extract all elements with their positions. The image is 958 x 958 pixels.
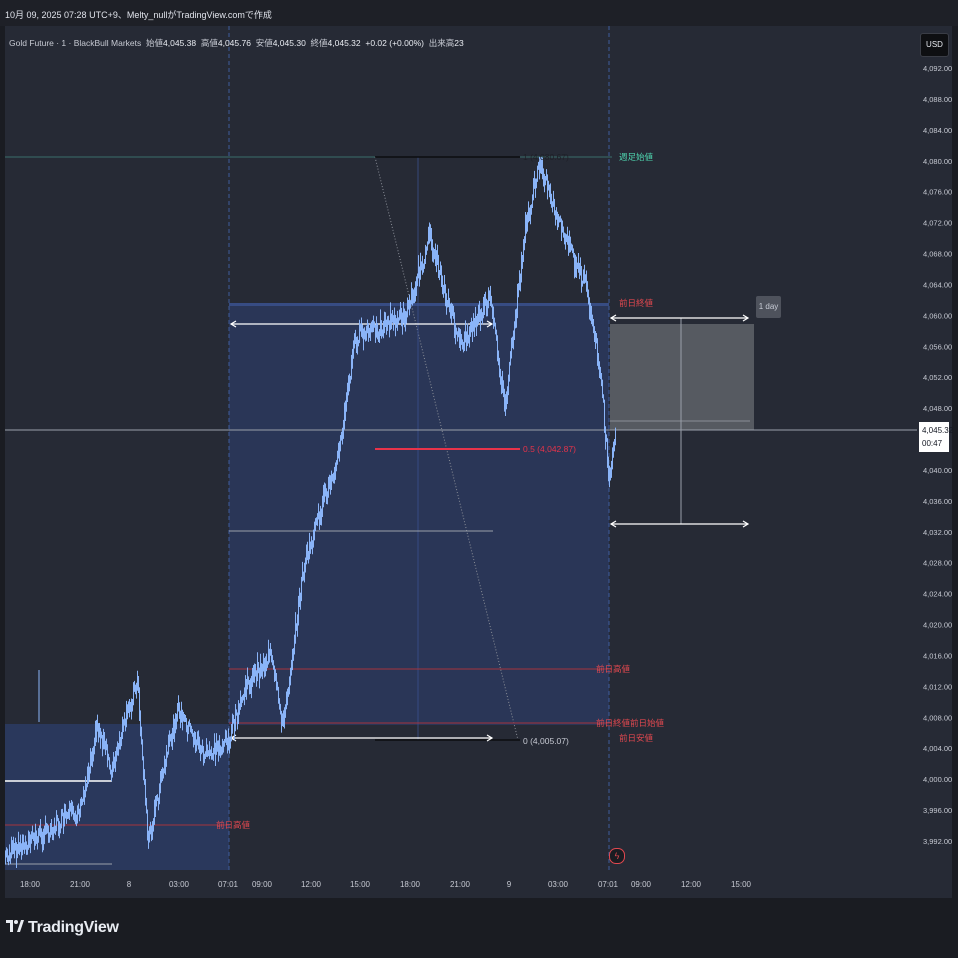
- price-tick-label: 4,012.00: [923, 682, 952, 691]
- fib-level-1-label[interactable]: 1 (4,080.67): [523, 152, 569, 162]
- price-axis[interactable]: 4,092.00 4,088.00 4,084.00 4,080.00 4,076.00…: [923, 64, 952, 846]
- close-value: 4,045.32: [327, 38, 361, 48]
- price-tick-label: 4,064.00: [923, 280, 952, 289]
- time-tick-label: 12:00: [681, 880, 702, 889]
- change-value: +0.02 (+0.00%): [365, 38, 424, 48]
- open-value: 4,045.38: [163, 38, 197, 48]
- prev-high-label[interactable]: 前日高値: [596, 664, 631, 674]
- range-duration-label[interactable]: 1 day: [756, 296, 781, 318]
- prev-close-label[interactable]: 前日終値: [619, 298, 654, 308]
- time-tick-label: 07:01: [598, 880, 619, 889]
- price-tick-label: 4,008.00: [923, 713, 952, 722]
- time-tick-label: 15:00: [350, 880, 371, 889]
- price-tick-label: 4,080.00: [923, 157, 952, 166]
- bar-countdown: 00:47: [922, 439, 943, 448]
- price-tick-label: 4,068.00: [923, 250, 952, 259]
- price-tick-label: 4,028.00: [923, 559, 952, 568]
- prev-high-label-2[interactable]: 前日高値: [216, 820, 251, 830]
- tradingview-logo-icon: [6, 920, 24, 932]
- chart-canvas[interactable]: 4,092.00 4,088.00 4,084.00 4,080.00 4,076.00…: [0, 0, 958, 958]
- price-tick-label: 3,996.00: [923, 806, 952, 815]
- prev-close-open-label[interactable]: 前日終値前日始値: [596, 718, 665, 728]
- fib-level-05-label[interactable]: 0.5 (4,042.87): [523, 444, 576, 454]
- session-shade-top-band: [229, 303, 609, 306]
- time-tick-label: 03:00: [169, 880, 190, 889]
- fib-level-0-label[interactable]: 0 (4,005.07): [523, 736, 569, 746]
- price-tick-label: 4,048.00: [923, 404, 952, 413]
- close-label: 終値: [310, 38, 328, 48]
- price-tick-label: 4,024.00: [923, 590, 952, 599]
- time-axis[interactable]: 18:00 21:00 8 03:00 07:01 09:00 12:00 15:00 18:0…: [20, 880, 752, 889]
- low-value: 4,045.30: [272, 38, 306, 48]
- volume-value: 23: [454, 38, 464, 48]
- last-price-tag: 4,045.32 00:47: [919, 422, 954, 452]
- time-tick-label: 8: [127, 880, 132, 889]
- price-tick-label: 4,020.00: [923, 621, 952, 630]
- time-tick-label: 07:01: [218, 880, 239, 889]
- price-tick-label: 4,040.00: [923, 466, 952, 475]
- price-tick-label: 3,992.00: [923, 837, 952, 846]
- time-tick-label: 15:00: [731, 880, 752, 889]
- tradingview-logo[interactable]: TradingView: [6, 918, 119, 937]
- price-tick-label: 4,076.00: [923, 188, 952, 197]
- high-value: 4,045.76: [217, 38, 251, 48]
- currency-button[interactable]: USD: [920, 33, 949, 57]
- price-tick-label: 4,092.00: [923, 64, 952, 73]
- volume-label: 出来高: [428, 38, 455, 48]
- price-tick-label: 4,052.00: [923, 373, 952, 382]
- weekly-open-label[interactable]: 週足始値: [619, 152, 654, 162]
- time-tick-label: 12:00: [301, 880, 322, 889]
- time-tick-label: 09:00: [252, 880, 273, 889]
- footer: [0, 898, 958, 958]
- open-label: 始値: [146, 38, 164, 48]
- symbol-legend: Gold Future · 1 · BlackBull Markets 始値4,…: [9, 37, 464, 49]
- brand-name: TradingView: [28, 919, 119, 936]
- price-tick-label: 4,056.00: [923, 342, 952, 351]
- symbol-name[interactable]: Gold Future · 1 · BlackBull Markets: [9, 38, 141, 48]
- range-arrow-top[interactable]: [609, 314, 750, 322]
- price-tick-label: 4,088.00: [923, 95, 952, 104]
- high-label: 高値: [200, 38, 218, 48]
- price-tick-label: 4,060.00: [923, 311, 952, 320]
- time-tick-label: 18:00: [20, 880, 41, 889]
- last-price-value: 4,045.32: [922, 426, 954, 435]
- range-arrow-bottom[interactable]: [609, 520, 750, 528]
- prev-low-label[interactable]: 前日安値: [619, 733, 654, 743]
- time-tick-label: 9: [507, 880, 512, 889]
- price-tick-label: 4,084.00: [923, 126, 952, 135]
- price-tick-label: 4,004.00: [923, 744, 952, 753]
- flash-icon[interactable]: ϟ: [609, 848, 625, 864]
- time-tick-label: 09:00: [631, 880, 652, 889]
- low-label: 安値: [255, 38, 273, 48]
- price-tick-label: 4,016.00: [923, 651, 952, 660]
- price-tick-label: 4,032.00: [923, 528, 952, 537]
- time-tick-label: 03:00: [548, 880, 569, 889]
- session-shade-current: [229, 303, 609, 725]
- price-tick-label: 4,000.00: [923, 775, 952, 784]
- price-tick-label: 4,072.00: [923, 219, 952, 228]
- time-tick-label: 21:00: [70, 880, 91, 889]
- price-tick-label: 4,036.00: [923, 497, 952, 506]
- time-tick-label: 21:00: [450, 880, 471, 889]
- range-box[interactable]: [610, 324, 754, 430]
- time-tick-label: 18:00: [400, 880, 421, 889]
